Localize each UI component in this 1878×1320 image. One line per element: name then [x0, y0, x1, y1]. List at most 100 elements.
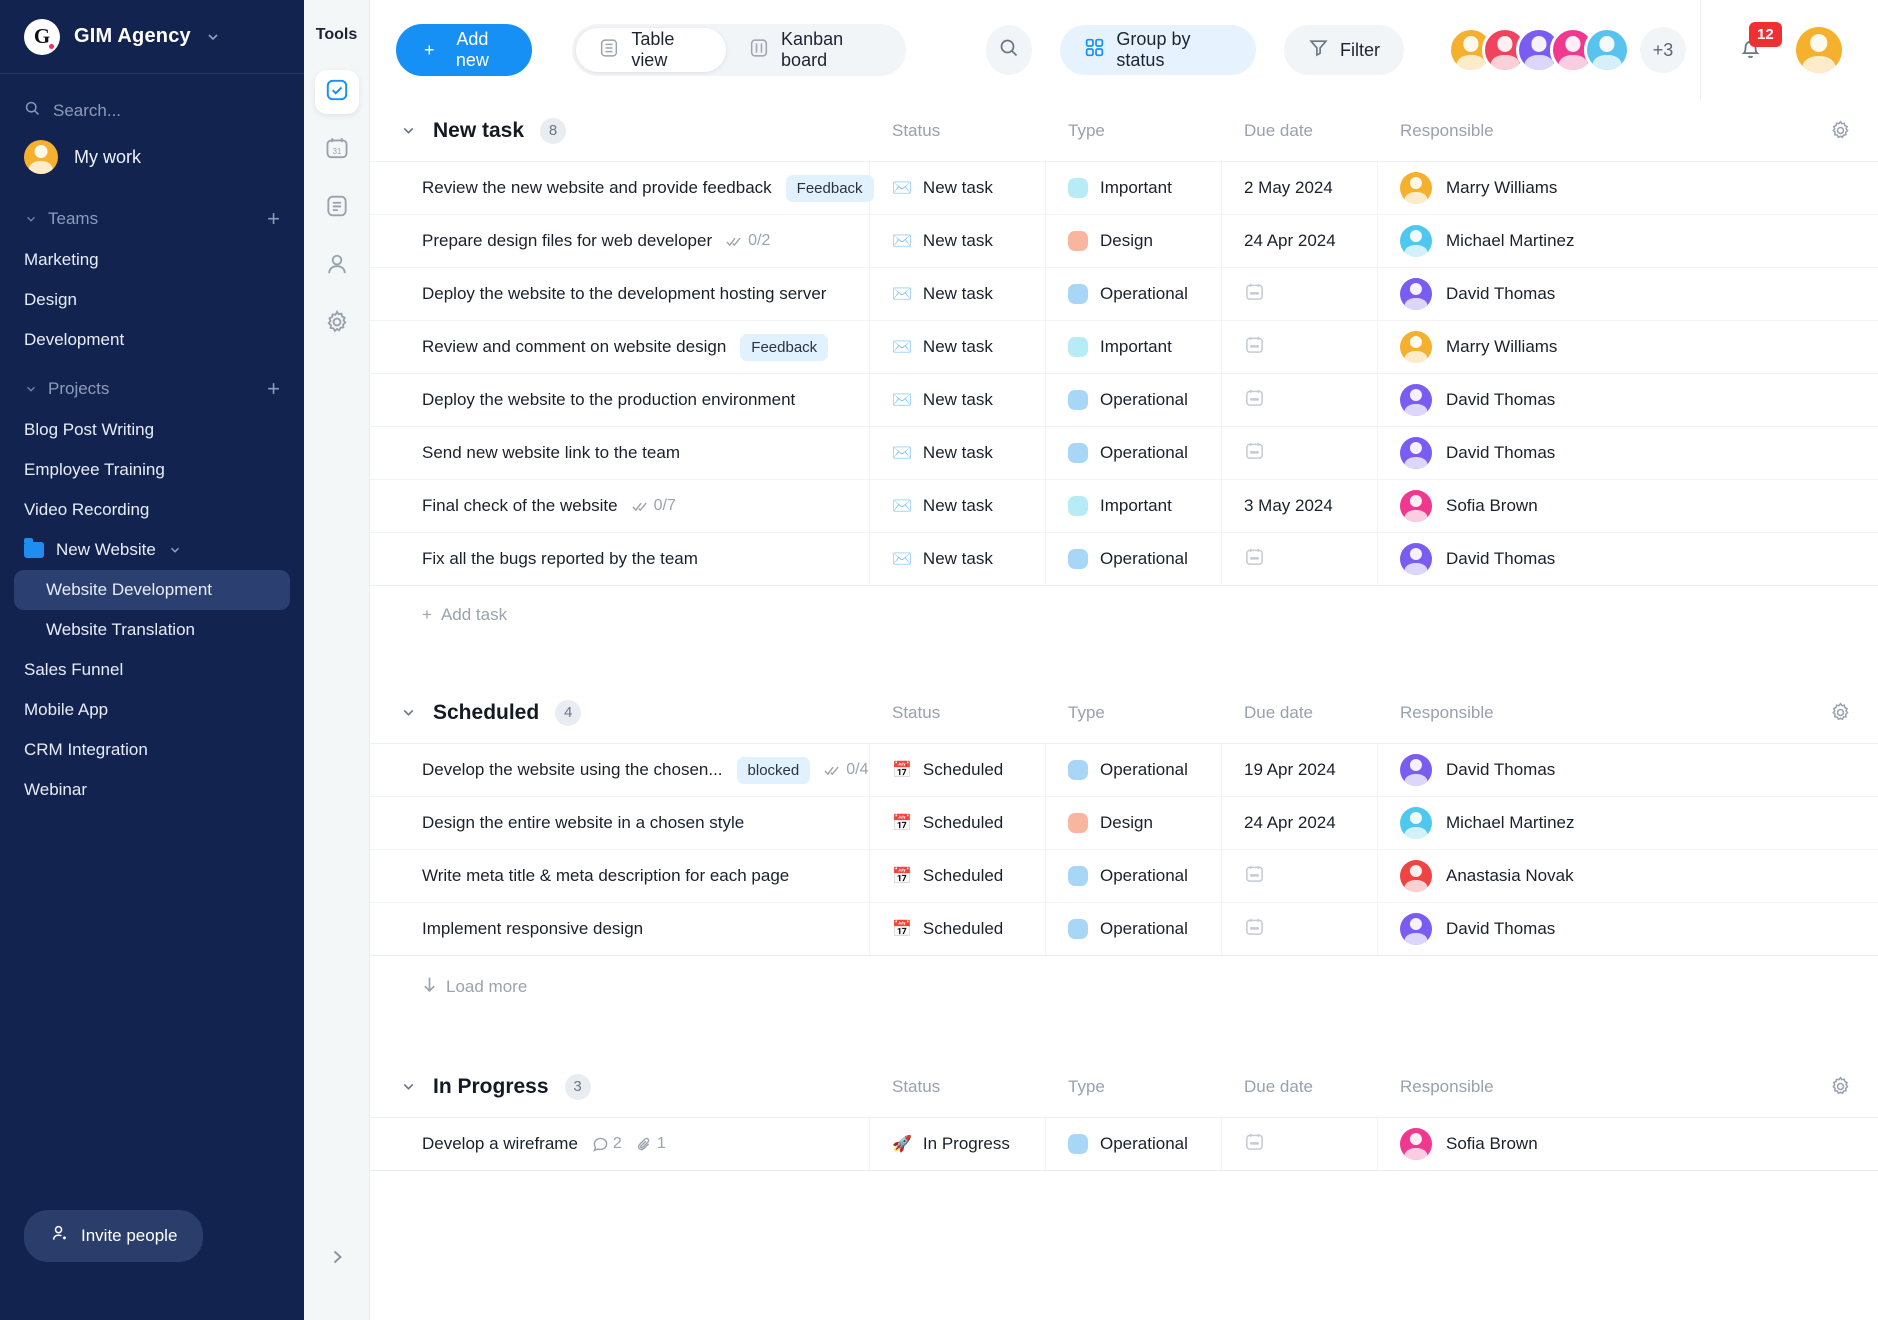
sidebar-item-website-development[interactable]: Website Development — [14, 570, 290, 610]
chevron-down-icon[interactable] — [400, 704, 417, 721]
calendar-empty-icon[interactable] — [1244, 863, 1265, 889]
subtask-progress: 0/2 — [726, 232, 770, 250]
column-header-responsible[interactable]: Responsible — [1400, 121, 1494, 141]
sidebar-item-blog-post-writing[interactable]: Blog Post Writing — [0, 410, 304, 450]
chevron-down-icon[interactable] — [24, 212, 38, 226]
table-row[interactable]: Final check of the website 0/7 ✉️ New tas… — [370, 480, 1878, 533]
table-row[interactable]: Review the new website and provide feedb… — [370, 162, 1878, 215]
rail-expand-button[interactable] — [304, 1247, 370, 1272]
table-row[interactable]: Deploy the website to the development ho… — [370, 268, 1878, 321]
table-row[interactable]: Develop a wireframe 2 1 🚀 In Progress Ope… — [370, 1118, 1878, 1171]
add-task-button[interactable]: + Add task — [370, 586, 1878, 644]
view-switcher: Table view Kanban board — [572, 24, 907, 76]
search-button[interactable] — [986, 25, 1033, 75]
rail-item-people[interactable] — [315, 244, 359, 288]
load-more-button[interactable]: Load more — [370, 956, 1878, 1018]
sidebar-item-mobile-app[interactable]: Mobile App — [0, 690, 304, 730]
table-row[interactable]: Develop the website using the chosen... … — [370, 744, 1878, 797]
document-lines-icon — [324, 193, 350, 224]
envelope-icon: ✉️ — [892, 445, 912, 462]
bell-icon — [1737, 40, 1764, 65]
due-date-value: 2 May 2024 — [1244, 178, 1333, 197]
sidebar-item-my-work[interactable]: My work — [0, 130, 304, 190]
sidebar-item-label: New Website — [56, 540, 156, 559]
table-row[interactable]: Review and comment on website design Feed… — [370, 321, 1878, 374]
table-row[interactable]: Implement responsive design 📅 Scheduled O… — [370, 903, 1878, 956]
sidebar-item-marketing[interactable]: Marketing — [0, 240, 304, 280]
add-new-button[interactable]: + Add new — [396, 24, 533, 76]
user-avatar[interactable] — [1796, 27, 1842, 73]
calendar-empty-icon[interactable] — [1244, 387, 1265, 413]
chevron-down-icon[interactable] — [24, 382, 38, 396]
due-date-value: 24 Apr 2024 — [1244, 231, 1336, 250]
workspace-switcher[interactable]: G GIM Agency — [0, 0, 304, 74]
subtask-progress: 0/4 — [824, 761, 868, 779]
rail-item-documents[interactable] — [315, 186, 359, 230]
table-row[interactable]: Write meta title & meta description for … — [370, 850, 1878, 903]
extra-members-count[interactable]: +3 — [1639, 27, 1686, 73]
group-by-status-button[interactable]: Group by status — [1060, 25, 1256, 75]
column-header-type[interactable]: Type — [1046, 703, 1222, 723]
envelope-icon: ✉️ — [892, 180, 912, 197]
sidebar-item-webinar[interactable]: Webinar — [0, 770, 304, 810]
column-header-type[interactable]: Type — [1046, 1077, 1222, 1097]
sidebar-item-new-website[interactable]: New Website — [0, 530, 304, 570]
column-header-status[interactable]: Status — [870, 121, 1046, 141]
chevron-down-icon[interactable] — [400, 1078, 417, 1095]
calendar-empty-icon[interactable] — [1244, 546, 1265, 572]
envelope-icon: ✉️ — [892, 551, 912, 568]
calendar-empty-icon[interactable] — [1244, 916, 1265, 942]
plus-icon[interactable]: + — [267, 208, 280, 230]
tab-table-view[interactable]: Table view — [576, 28, 727, 72]
column-header-responsible[interactable]: Responsible — [1400, 703, 1494, 723]
gear-icon[interactable] — [1829, 1075, 1852, 1098]
rail-item-settings[interactable] — [315, 302, 359, 346]
search-input[interactable]: Search... — [0, 74, 304, 130]
notifications-button[interactable]: 12 — [1737, 22, 1782, 66]
sidebar-item-website-translation[interactable]: Website Translation — [0, 610, 304, 650]
column-header-responsible[interactable]: Responsible — [1400, 1077, 1494, 1097]
column-header-due-date[interactable]: Due date — [1222, 703, 1378, 723]
gear-icon[interactable] — [1829, 701, 1852, 724]
calendar-empty-icon[interactable] — [1244, 440, 1265, 466]
calendar-empty-icon[interactable] — [1244, 334, 1265, 360]
calendar-empty-icon[interactable] — [1244, 281, 1265, 307]
table-row[interactable]: Design the entire website in a chosen st… — [370, 797, 1878, 850]
sidebar-item-sales-funnel[interactable]: Sales Funnel — [0, 650, 304, 690]
task-title: Deploy the website to the production env… — [422, 390, 796, 409]
search-placeholder: Search... — [53, 101, 122, 120]
tab-kanban-board[interactable]: Kanban board — [726, 28, 902, 72]
table-row[interactable]: Send new website link to the team ✉️ New … — [370, 427, 1878, 480]
table-row[interactable]: Deploy the website to the production env… — [370, 374, 1878, 427]
rail-item-tasks[interactable] — [314, 70, 359, 114]
status-label: New task — [922, 496, 993, 515]
table-row[interactable]: Fix all the bugs reported by the team ✉️… — [370, 533, 1878, 586]
group-title: New task — [433, 118, 525, 142]
gear-icon[interactable] — [1829, 119, 1852, 142]
responsible-name: David Thomas — [1446, 443, 1556, 462]
column-header-status[interactable]: Status — [870, 703, 1046, 723]
sidebar-item-employee-training[interactable]: Employee Training — [0, 450, 304, 490]
sidebar-item-video-recording[interactable]: Video Recording — [0, 490, 304, 530]
column-header-due-date[interactable]: Due date — [1222, 121, 1378, 141]
invite-people-button[interactable]: Invite people — [24, 1210, 204, 1262]
chevron-down-icon[interactable] — [400, 122, 417, 139]
column-header-status[interactable]: Status — [870, 1077, 1046, 1097]
rail-item-calendar[interactable]: 31 — [315, 128, 359, 172]
person-add-icon — [50, 1224, 69, 1248]
column-header-due-date[interactable]: Due date — [1222, 1077, 1378, 1097]
sidebar-item-design[interactable]: Design — [0, 280, 304, 320]
member-avatar-group[interactable]: +3 — [1447, 27, 1686, 73]
sidebar-item-development[interactable]: Development — [0, 320, 304, 360]
type-label: Operational — [1100, 866, 1188, 885]
plus-icon[interactable]: + — [267, 378, 280, 400]
calendar-empty-icon[interactable] — [1244, 1131, 1265, 1157]
filter-button[interactable]: Filter — [1283, 25, 1404, 75]
tab-label: Table view — [631, 29, 675, 70]
table-row[interactable]: Prepare design files for web developer 0… — [370, 215, 1878, 268]
table-icon — [598, 37, 620, 64]
status-label: Scheduled — [922, 866, 1004, 885]
sidebar-item-crm-integration[interactable]: CRM Integration — [0, 730, 304, 770]
responsible-name: Marry Williams — [1446, 337, 1558, 356]
column-header-type[interactable]: Type — [1046, 121, 1222, 141]
